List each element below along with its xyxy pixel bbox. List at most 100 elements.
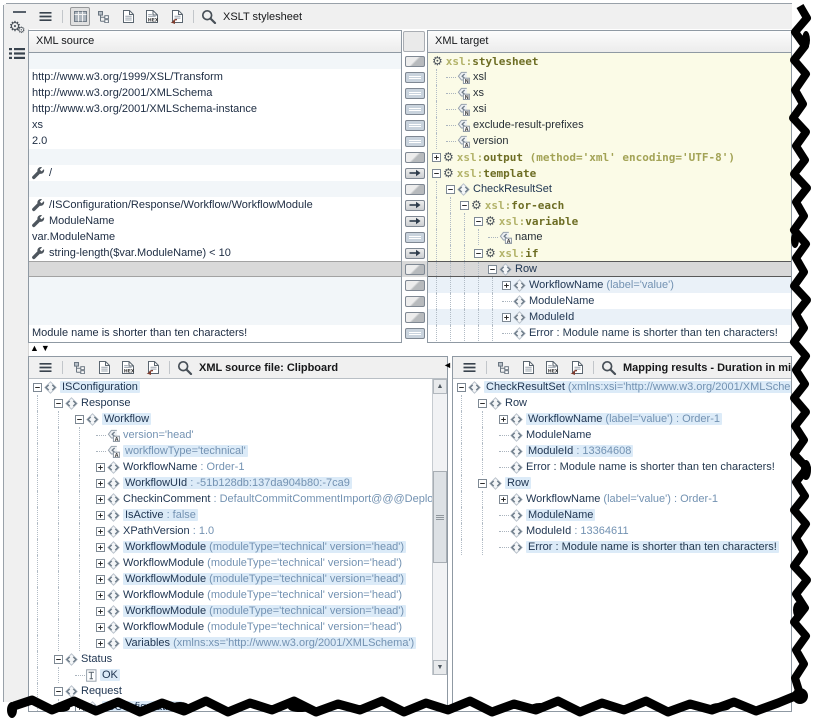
tree-node[interactable]: OK [29,667,447,683]
expand-toggle-minus-icon[interactable] [75,415,84,424]
expand-toggle-minus-icon[interactable] [460,201,469,210]
tree-node[interactable]: Response [29,395,447,411]
xml-target-node[interactable]: Error : Module name is shorter than ten … [428,325,791,341]
xml-target-node[interactable]: Nxsi [428,101,791,117]
tree-node[interactable]: WorkflowName : Order-1 [29,459,447,475]
expand-toggle-plus-icon[interactable] [96,495,105,504]
export-document-icon[interactable] [566,358,586,377]
tree-node[interactable]: WorkflowModule (moduleType='technical' v… [29,603,447,619]
tree-node[interactable]: WorkflowModule (moduleType='technical' v… [29,539,447,555]
xml-target-node[interactable]: Aname [428,229,791,245]
xml-target-node[interactable]: ⚙xsl:template [428,165,791,181]
xml-target-node[interactable]: Row [428,261,791,277]
xml-source-row[interactable] [29,149,401,165]
expand-toggle-plus-icon[interactable] [96,479,105,488]
xml-source-row[interactable]: http://www.w3.org/2001/XMLSchema-instanc… [29,101,401,117]
mapping-edit-button[interactable] [405,120,425,131]
tree-node[interactable]: ISConfiguration [29,379,447,395]
tree-node[interactable]: Row [453,395,791,411]
xml-source-row[interactable]: /ISConfiguration/Response/Workflow/Workf… [29,197,401,213]
expand-toggle-plus-icon[interactable] [96,527,105,536]
xml-source-row[interactable] [29,53,401,69]
xml-source-row[interactable]: / [29,165,401,181]
settings-gears-icon[interactable]: ⚙⚙ [8,18,26,36]
mapping-empty-button[interactable] [405,152,425,163]
document-icon[interactable] [94,358,114,377]
expand-toggle-plus-icon[interactable] [96,623,105,632]
scrollbar-up-button[interactable]: ▲ [433,379,447,394]
expand-toggle-plus-icon[interactable] [75,703,84,712]
xml-source-row[interactable]: http://www.w3.org/2001/XMLSchema [29,85,401,101]
mapping-edit-button[interactable] [405,104,425,115]
mapping-edit-button[interactable] [405,232,425,243]
xml-source-row[interactable] [29,181,401,197]
tree-node[interactable]: ModuleId : 13364611 [453,523,791,539]
xml-target-node[interactable]: Aversion [428,133,791,149]
xml-source-row[interactable]: string-length($var.ModuleName) < 10 [29,245,401,261]
tree-node[interactable]: Error : Module name is shorter than ten … [453,539,791,555]
expand-toggle-plus-icon[interactable] [96,639,105,648]
xml-target-node[interactable]: Nxs [428,85,791,101]
xml-target-node[interactable]: ModuleId [428,309,791,325]
mapping-edit-button[interactable] [405,328,425,339]
expand-toggle-plus-icon[interactable] [96,575,105,584]
tree-node[interactable]: CheckResultSet (xmlns:xsi='http://www.w3… [453,379,791,395]
expand-toggle-plus-icon[interactable] [96,607,105,616]
expand-toggle-plus-icon[interactable] [432,153,441,162]
xml-target-node[interactable]: ⚙xsl:for-each [428,197,791,213]
horizontal-splitter[interactable]: ▲ ▼ [30,343,50,353]
mapping-edit-button[interactable] [405,88,425,99]
expand-toggle-plus-icon[interactable] [96,463,105,472]
expand-toggle-minus-icon[interactable] [478,479,487,488]
tree-node[interactable]: XPathVersion : 1.0 [29,523,447,539]
xml-target-node[interactable]: WorkflowName (label='value') [428,277,791,293]
scrollbar-down-button[interactable]: ▼ [433,660,447,675]
tree-node[interactable]: Error : Module name is shorter than ten … [453,459,791,475]
tree-node[interactable]: WorkflowName (label='value') : Order-1 [453,491,791,507]
xml-source-row[interactable]: 2.0 [29,133,401,149]
expand-toggle-minus-icon[interactable] [488,265,497,274]
vertical-scrollbar[interactable]: ▲ ▼ [432,379,447,675]
expand-toggle-plus-icon[interactable] [96,543,105,552]
expand-toggle-minus-icon[interactable] [457,383,466,392]
expand-toggle-plus-icon[interactable] [502,281,511,290]
splitter-collapse-left-icon[interactable]: ◄ [443,360,452,370]
expand-toggle-plus-icon[interactable] [96,559,105,568]
menu-icon[interactable] [459,358,479,377]
xml-target-node[interactable]: Aexclude-result-prefixes [428,117,791,133]
export-document-icon[interactable] [166,7,186,26]
xml-source-row[interactable]: ModuleName [29,213,401,229]
tree-view-icon[interactable] [70,358,90,377]
splitter-collapse-down-icon[interactable]: ▼ [41,343,50,353]
xml-source-row[interactable]: var.ModuleName [29,229,401,245]
xml-source-row[interactable]: xs [29,117,401,133]
expand-toggle-plus-icon[interactable] [499,415,508,424]
xml-source-row[interactable] [29,261,401,277]
expand-toggle-minus-icon[interactable] [446,185,455,194]
hex-view-icon[interactable]: HEX [542,358,562,377]
xml-source-row[interactable]: http://www.w3.org/1999/XSL/Transform [29,69,401,85]
document-icon[interactable] [518,358,538,377]
hex-view-icon[interactable]: HEX [118,358,138,377]
export-document-icon[interactable] [142,358,162,377]
xml-target-node[interactable]: ⚙xsl:stylesheet [428,53,791,69]
xml-source-row[interactable] [29,309,401,325]
mapping-empty-button[interactable] [405,184,425,195]
expand-toggle-minus-icon[interactable] [33,383,42,392]
mapping-edit-button[interactable] [405,72,425,83]
grid-view-icon[interactable] [70,7,90,26]
mapping-empty-button[interactable] [405,264,425,275]
expand-toggle-minus-icon[interactable] [54,399,63,408]
mapping-connect-button[interactable] [405,248,425,259]
tree-view-icon[interactable] [494,358,514,377]
expand-toggle-plus-icon[interactable] [502,313,511,322]
xml-target-node[interactable]: CheckResultSet [428,181,791,197]
tree-view-icon[interactable] [94,7,114,26]
tree-node[interactable]: IsActive : false [29,507,447,523]
tree-node[interactable]: WorkflowModule (moduleType='technical' v… [29,587,447,603]
mapping-edit-button[interactable] [405,136,425,147]
xml-target-node[interactable]: ModuleName [428,293,791,309]
expand-toggle-minus-icon[interactable] [432,169,441,178]
expand-toggle-plus-icon[interactable] [96,511,105,520]
tree-node[interactable]: Workflow [29,411,447,427]
